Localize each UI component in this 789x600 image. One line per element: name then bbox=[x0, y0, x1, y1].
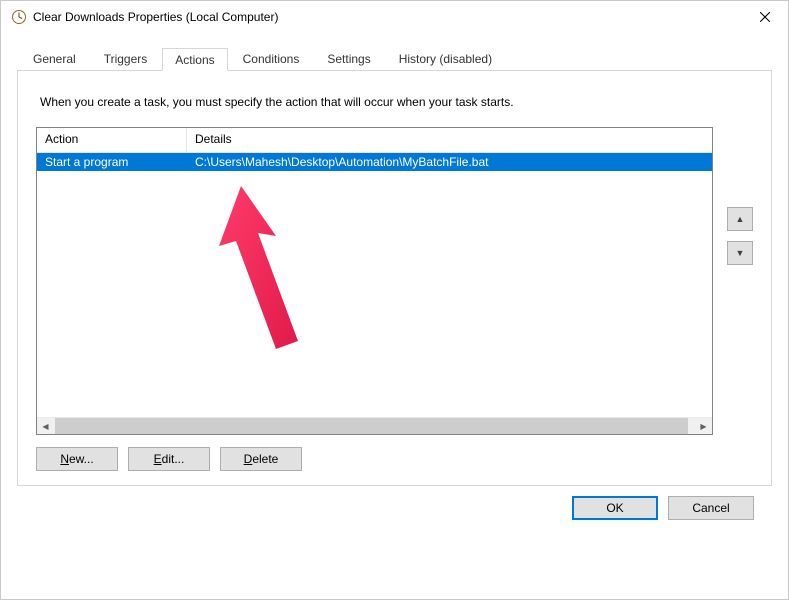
label-rest: ew... bbox=[69, 452, 94, 466]
chevron-down-icon: ▼ bbox=[736, 248, 745, 258]
accel: E bbox=[154, 452, 162, 466]
scroll-right-button[interactable]: ▶ bbox=[695, 418, 712, 434]
actions-listview[interactable]: Action Details Start a program C:\Users\… bbox=[36, 127, 713, 435]
column-header-details[interactable]: Details bbox=[187, 128, 712, 152]
ok-button[interactable]: OK bbox=[572, 496, 658, 520]
edit-button[interactable]: Edit... bbox=[128, 447, 210, 471]
delete-button[interactable]: Delete bbox=[220, 447, 302, 471]
reorder-buttons: ▲ ▼ bbox=[727, 127, 753, 435]
close-button[interactable] bbox=[742, 1, 788, 33]
tab-label: History (disabled) bbox=[399, 52, 492, 66]
chevron-right-icon: ▶ bbox=[700, 422, 706, 431]
cell-details: C:\Users\Mahesh\Desktop\Automation\MyBat… bbox=[187, 154, 712, 170]
list-item[interactable]: Start a program C:\Users\Mahesh\Desktop\… bbox=[37, 153, 712, 171]
action-buttons-row: New... Edit... Delete bbox=[36, 447, 753, 471]
accel: D bbox=[244, 452, 253, 466]
chevron-left-icon: ◀ bbox=[42, 422, 48, 431]
tab-actions[interactable]: Actions bbox=[162, 48, 227, 71]
cancel-button[interactable]: Cancel bbox=[668, 496, 754, 520]
move-up-button[interactable]: ▲ bbox=[727, 207, 753, 231]
listview-rows: Start a program C:\Users\Mahesh\Desktop\… bbox=[37, 153, 712, 417]
list-with-side-buttons: Action Details Start a program C:\Users\… bbox=[36, 127, 753, 435]
button-label: Cancel bbox=[692, 501, 729, 515]
accel: N bbox=[60, 452, 69, 466]
button-label: OK bbox=[606, 501, 623, 515]
window-title: Clear Downloads Properties (Local Comput… bbox=[33, 10, 742, 24]
intro-text: When you create a task, you must specify… bbox=[40, 95, 749, 109]
tab-label: Conditions bbox=[243, 52, 300, 66]
dialog-buttons: OK Cancel bbox=[17, 486, 772, 520]
new-button[interactable]: New... bbox=[36, 447, 118, 471]
tab-label: Actions bbox=[175, 53, 214, 67]
close-icon bbox=[760, 12, 770, 22]
listview-header: Action Details bbox=[37, 128, 712, 153]
horizontal-scrollbar[interactable]: ◀ ▶ bbox=[37, 417, 712, 434]
titlebar: Clear Downloads Properties (Local Comput… bbox=[1, 1, 788, 33]
label-rest: elete bbox=[252, 452, 278, 466]
dialog-client: General Triggers Actions Conditions Sett… bbox=[1, 33, 788, 532]
tabstrip: General Triggers Actions Conditions Sett… bbox=[17, 47, 772, 71]
tab-label: Settings bbox=[327, 52, 370, 66]
column-header-action[interactable]: Action bbox=[37, 128, 187, 152]
tab-label: General bbox=[33, 52, 76, 66]
task-scheduler-icon bbox=[11, 9, 27, 25]
tab-history[interactable]: History (disabled) bbox=[386, 47, 505, 70]
chevron-up-icon: ▲ bbox=[736, 214, 745, 224]
tab-label: Triggers bbox=[104, 52, 148, 66]
tab-triggers[interactable]: Triggers bbox=[91, 47, 161, 70]
tab-general[interactable]: General bbox=[20, 47, 89, 70]
tab-panel-actions: When you create a task, you must specify… bbox=[17, 71, 772, 486]
tab-settings[interactable]: Settings bbox=[314, 47, 383, 70]
scroll-thumb[interactable] bbox=[55, 418, 688, 434]
tab-conditions[interactable]: Conditions bbox=[230, 47, 313, 70]
label-rest: dit... bbox=[162, 452, 185, 466]
scroll-track[interactable] bbox=[55, 418, 694, 434]
scroll-left-button[interactable]: ◀ bbox=[37, 418, 54, 434]
cell-action: Start a program bbox=[37, 154, 187, 170]
move-down-button[interactable]: ▼ bbox=[727, 241, 753, 265]
